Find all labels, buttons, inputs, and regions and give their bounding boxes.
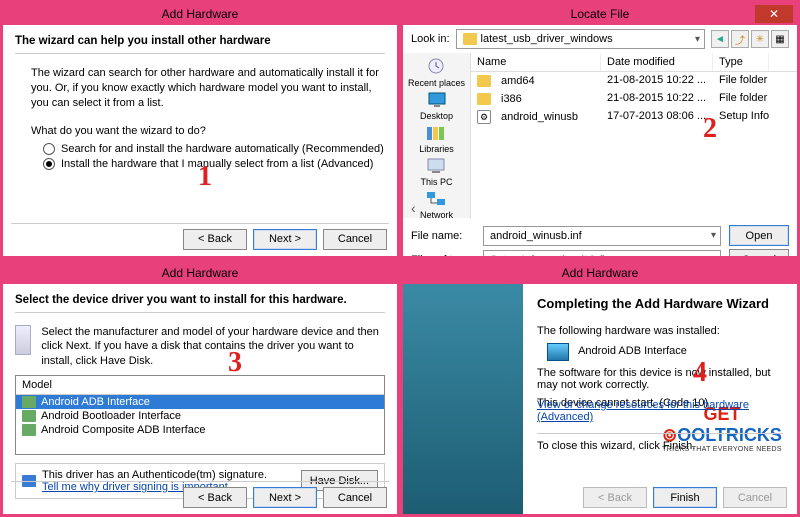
model-listbox[interactable]: Model Android ADB Interface Android Boot… [15, 375, 385, 455]
place-desktop[interactable]: Desktop [420, 90, 453, 121]
status-text: The software for this device is now inst… [537, 367, 783, 391]
wizard-heading: Completing the Add Hardware Wizard [537, 296, 783, 311]
file-row[interactable]: amd64 21-08-2015 10:22 ... File folder [471, 72, 797, 90]
radio-label: Search for and install the hardware auto… [61, 143, 384, 155]
radio-icon [43, 143, 55, 155]
folder-icon [463, 33, 477, 45]
cancel-button: Cancel [723, 487, 787, 508]
separator [11, 223, 389, 224]
cancel-button[interactable]: Cancel [323, 229, 387, 250]
filetype-dropdown[interactable]: Setup Information (*.inf) [483, 250, 721, 259]
radio-icon [43, 158, 55, 170]
window-title: Add Hardware [562, 266, 639, 280]
filename-input[interactable]: android_winusb.inf [483, 226, 721, 246]
step-number: 1 [198, 161, 212, 193]
filename-label: File name: [411, 230, 475, 242]
open-button[interactable]: Open [729, 225, 789, 246]
cancel-button[interactable]: Cancel [323, 487, 387, 508]
place-recent[interactable]: Recent places [408, 57, 465, 88]
back-button[interactable]: < Back [183, 487, 247, 508]
signature-text: This driver has an Authenticode(tm) sign… [42, 469, 267, 481]
file-row[interactable]: ⚙android_winusb 17-07-2013 08:06 ... Set… [471, 108, 797, 126]
col-name[interactable]: Name [471, 53, 601, 71]
new-folder-icon[interactable]: ✳ [751, 30, 769, 48]
cancel-button[interactable]: Cancel [729, 249, 789, 259]
monitor-icon [547, 343, 569, 361]
device-icon [15, 325, 31, 355]
wizard-prompt: What do you want the wizard to do? [31, 125, 385, 137]
place-thispc[interactable]: This PC [420, 156, 452, 187]
chip-icon [22, 424, 36, 436]
window-title: Add Hardware [162, 266, 239, 280]
col-type[interactable]: Type [713, 53, 769, 71]
model-item[interactable]: Android Bootloader Interface [16, 409, 384, 423]
up-icon[interactable]: ⤴ [731, 30, 749, 48]
place-libraries[interactable]: Libraries [419, 123, 454, 154]
titlebar: Add Hardware [3, 3, 397, 25]
col-date[interactable]: Date modified [601, 53, 713, 71]
file-row[interactable]: i386 21-08-2015 10:22 ... File folder [471, 90, 797, 108]
device-name: Android ADB Interface [578, 345, 687, 357]
step-number: 2 [703, 113, 717, 145]
window-title: Add Hardware [162, 7, 239, 21]
file-list-header[interactable]: Name Date modified Type [471, 53, 797, 72]
model-item[interactable]: Android Composite ADB Interface [16, 423, 384, 437]
wizard-description: Select the manufacturer and model of you… [41, 325, 385, 370]
wizard-sidebar-graphic [403, 284, 523, 515]
finish-button[interactable]: Finish [653, 487, 717, 508]
close-instruction: To close this wizard, click Finish. [537, 440, 783, 452]
places-bar: Recent places Desktop Libraries This PC … [403, 53, 471, 218]
back-button[interactable]: < Back [183, 229, 247, 250]
panel-2-locate-file: Locate File ✕ Look in: latest_usb_driver… [400, 0, 800, 259]
toolbar-icons: ◄ ⤴ ✳ ▦ [711, 30, 789, 48]
advanced-link[interactable]: View or change resources for this hardwa… [537, 399, 749, 423]
next-button[interactable]: Next > [253, 229, 317, 250]
installed-label: The following hardware was installed: [537, 325, 783, 337]
lookin-label: Look in: [411, 33, 450, 45]
radio-search-auto[interactable]: Search for and install the hardware auto… [43, 143, 385, 155]
scroll-hint[interactable]: ‹ [411, 200, 789, 216]
titlebar: Add Hardware [403, 262, 797, 284]
step-number: 4 [693, 357, 707, 389]
inf-file-icon: ⚙ [477, 110, 491, 124]
step-number: 3 [228, 347, 242, 379]
window-title: Locate File [571, 7, 630, 21]
folder-icon [477, 75, 491, 87]
separator [537, 433, 783, 434]
back-icon[interactable]: ◄ [711, 30, 729, 48]
panel-1-add-hardware: Add Hardware The wizard can help you ins… [0, 0, 400, 259]
lookin-dropdown[interactable]: latest_usb_driver_windows [456, 29, 705, 49]
wizard-heading: The wizard can help you install other ha… [15, 35, 385, 54]
model-item[interactable]: Android ADB Interface [16, 395, 384, 409]
view-icon[interactable]: ▦ [771, 30, 789, 48]
radio-manual-select[interactable]: Install the hardware that I manually sel… [43, 158, 385, 170]
panel-4-completing: Add Hardware Completing the Add Hardware… [400, 259, 800, 517]
back-button: < Back [583, 487, 647, 508]
file-list: Name Date modified Type amd64 21-08-2015… [471, 53, 797, 218]
folder-icon [477, 93, 491, 105]
chip-icon [22, 396, 36, 408]
wizard-heading: Select the device driver you want to ins… [15, 294, 385, 313]
chip-icon [22, 410, 36, 422]
separator [11, 481, 389, 482]
titlebar: Locate File ✕ [403, 3, 797, 25]
model-header: Model [16, 376, 384, 395]
radio-label: Install the hardware that I manually sel… [61, 158, 373, 170]
close-button[interactable]: ✕ [755, 5, 793, 23]
lookin-value: latest_usb_driver_windows [481, 33, 613, 45]
titlebar: Add Hardware [3, 262, 397, 284]
panel-3-select-driver: Add Hardware Select the device driver yo… [0, 259, 400, 517]
next-button[interactable]: Next > [253, 487, 317, 508]
wizard-description: The wizard can search for other hardware… [31, 66, 385, 111]
